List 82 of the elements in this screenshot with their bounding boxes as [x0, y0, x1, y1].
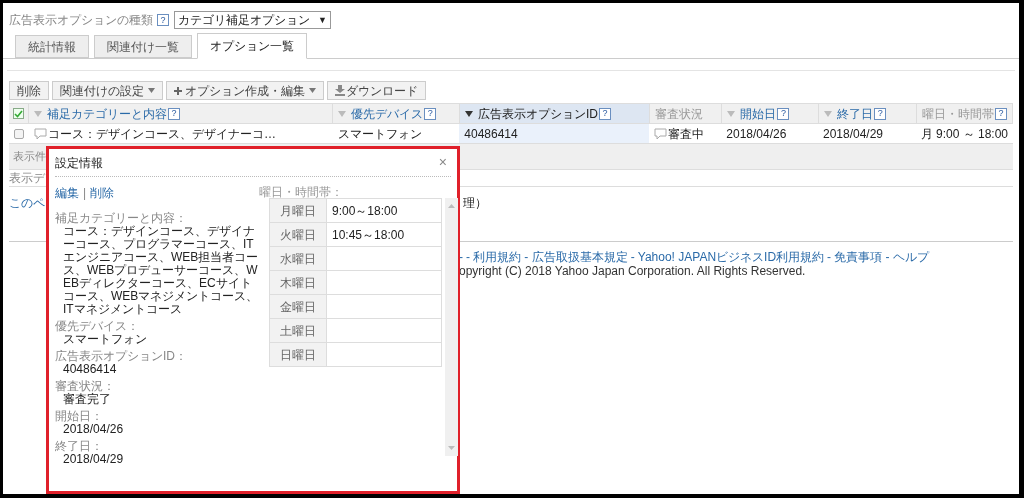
- footer-link[interactable]: - 免責事項: [827, 250, 883, 264]
- column-header[interactable]: 広告表示オプションID ?: [459, 104, 650, 123]
- field-value: 審査完了: [63, 393, 112, 406]
- option-type-label: 広告表示オプションの種類: [9, 12, 153, 29]
- time-cell: 10:45～18:00: [327, 223, 442, 246]
- field-value: 2018/04/26: [63, 423, 125, 436]
- caret-icon: [309, 88, 316, 93]
- footer-link[interactable]: - 広告取扱基本規定: [524, 250, 628, 264]
- table-cell-text: 月 9:00 ～ 18:00: [919, 125, 1009, 143]
- scroll-up-icon[interactable]: [448, 204, 455, 208]
- field-label: 開始日：: [55, 410, 104, 423]
- field-label: 審査状況：: [55, 380, 116, 393]
- field-label: 補足カテゴリーと内容：: [55, 212, 188, 225]
- delete-link[interactable]: 削除: [90, 184, 115, 202]
- field-label: 広告表示オプションID：: [55, 350, 188, 363]
- help-icon[interactable]: ?: [598, 107, 611, 120]
- edit-link[interactable]: 編集: [55, 184, 79, 202]
- plus-icon: [174, 86, 182, 95]
- delete-button[interactable]: 削除: [9, 81, 49, 100]
- table-cell: コース：デザインコース、デザイナーコ…: [28, 124, 333, 143]
- help-icon[interactable]: ?: [777, 107, 790, 120]
- column-header[interactable]: 補足カテゴリーと内容 ?: [28, 104, 334, 123]
- copyright: opyright (C) 2018 Yahoo Japan Corporation. All Rights Reserved.: [459, 264, 806, 278]
- column-header[interactable]: 開始日 ?: [722, 104, 820, 123]
- day-cell: 金曜日: [270, 295, 327, 318]
- separator: |: [83, 185, 87, 202]
- close-button[interactable]: ×: [438, 152, 447, 173]
- field-value: スマートフォン: [63, 333, 148, 346]
- table-cell: 40486414: [459, 124, 649, 143]
- footer-link[interactable]: - Yahoo! JAPANビジネスID利用規約: [630, 250, 825, 264]
- help-icon[interactable]: ?: [167, 107, 180, 120]
- field-label: 終了日：: [55, 440, 104, 453]
- comment-icon: [653, 127, 667, 140]
- tab[interactable]: 統計情報: [15, 35, 89, 58]
- field-value: 2018/04/29: [63, 453, 125, 466]
- tab[interactable]: オプション一覧: [197, 33, 307, 59]
- field-value: 40486414: [63, 363, 118, 376]
- day-cell: 木曜日: [270, 271, 327, 294]
- scroll-down-icon[interactable]: [448, 446, 455, 450]
- scrollbar[interactable]: [445, 198, 458, 456]
- page-size-label: 表示件: [13, 149, 46, 165]
- option-type-select[interactable]: カテゴリ補足オプション ▼: [174, 11, 331, 29]
- page-note: 理）: [463, 195, 487, 212]
- help-icon[interactable]: ?: [995, 107, 1007, 120]
- column-header[interactable]: 終了日 ?: [819, 104, 917, 123]
- field-label: 優先デバイス：: [55, 320, 140, 333]
- help-icon[interactable]: ?: [874, 107, 887, 120]
- day-cell: 土曜日: [270, 319, 327, 342]
- day-cell: 日曜日: [270, 343, 327, 366]
- column-header: 審査状況: [649, 104, 723, 123]
- menu-button[interactable]: 関連付けの設定: [52, 81, 163, 100]
- table-cell-text: 2018/04/26: [725, 125, 788, 143]
- row-checkbox[interactable]: [13, 128, 24, 139]
- menu-button[interactable]: オプション作成・編集: [166, 81, 324, 100]
- download-icon: [335, 85, 345, 96]
- sort-arrow-icon: [338, 110, 347, 117]
- caret-icon: [148, 88, 155, 93]
- schedule-label: 曜日・時間帯：: [259, 184, 344, 198]
- table-cell-text: スマートフォン: [336, 125, 423, 143]
- day-cell: 火曜日: [270, 223, 327, 246]
- comment-icon: [33, 127, 47, 140]
- sort-arrow-icon: [464, 110, 473, 117]
- field-value: コース：デザインコース、デザイナーコース、プログラマーコース、ITエンジニアコース、WEB担当者コース、WEBプロデューサーコース、WEBディレクターコース、ECサイトコース、WEBマネジメントコース、ITマネジメントコース: [63, 225, 259, 316]
- footer-link[interactable]: - 利用規約: [466, 250, 522, 264]
- data-label: 表示デ: [9, 170, 45, 187]
- day-cell: 水曜日: [270, 247, 327, 270]
- popup-title: 設定情報: [55, 154, 103, 172]
- footer-link[interactable]: - ヘルプ: [885, 250, 929, 264]
- download-button[interactable]: ダウンロード: [327, 81, 426, 100]
- tab[interactable]: 関連付け一覧: [94, 35, 192, 58]
- select-all-checkbox[interactable]: [12, 108, 24, 119]
- help-icon[interactable]: ?: [424, 107, 437, 120]
- help-icon[interactable]: ?: [157, 14, 169, 26]
- sort-arrow-icon: [824, 110, 833, 117]
- table-cell: 審査中: [648, 124, 722, 143]
- table-cell-text: 2018/04/29: [821, 125, 885, 143]
- column-header: 曜日・時間帯 ?: [917, 104, 1013, 123]
- sort-arrow-icon: [727, 110, 736, 117]
- column-header[interactable]: 優先デバイス ?: [333, 104, 460, 123]
- day-cell: 月曜日: [270, 199, 327, 222]
- sort-arrow-icon: [33, 110, 42, 117]
- time-cell: 9:00～18:00: [327, 199, 442, 222]
